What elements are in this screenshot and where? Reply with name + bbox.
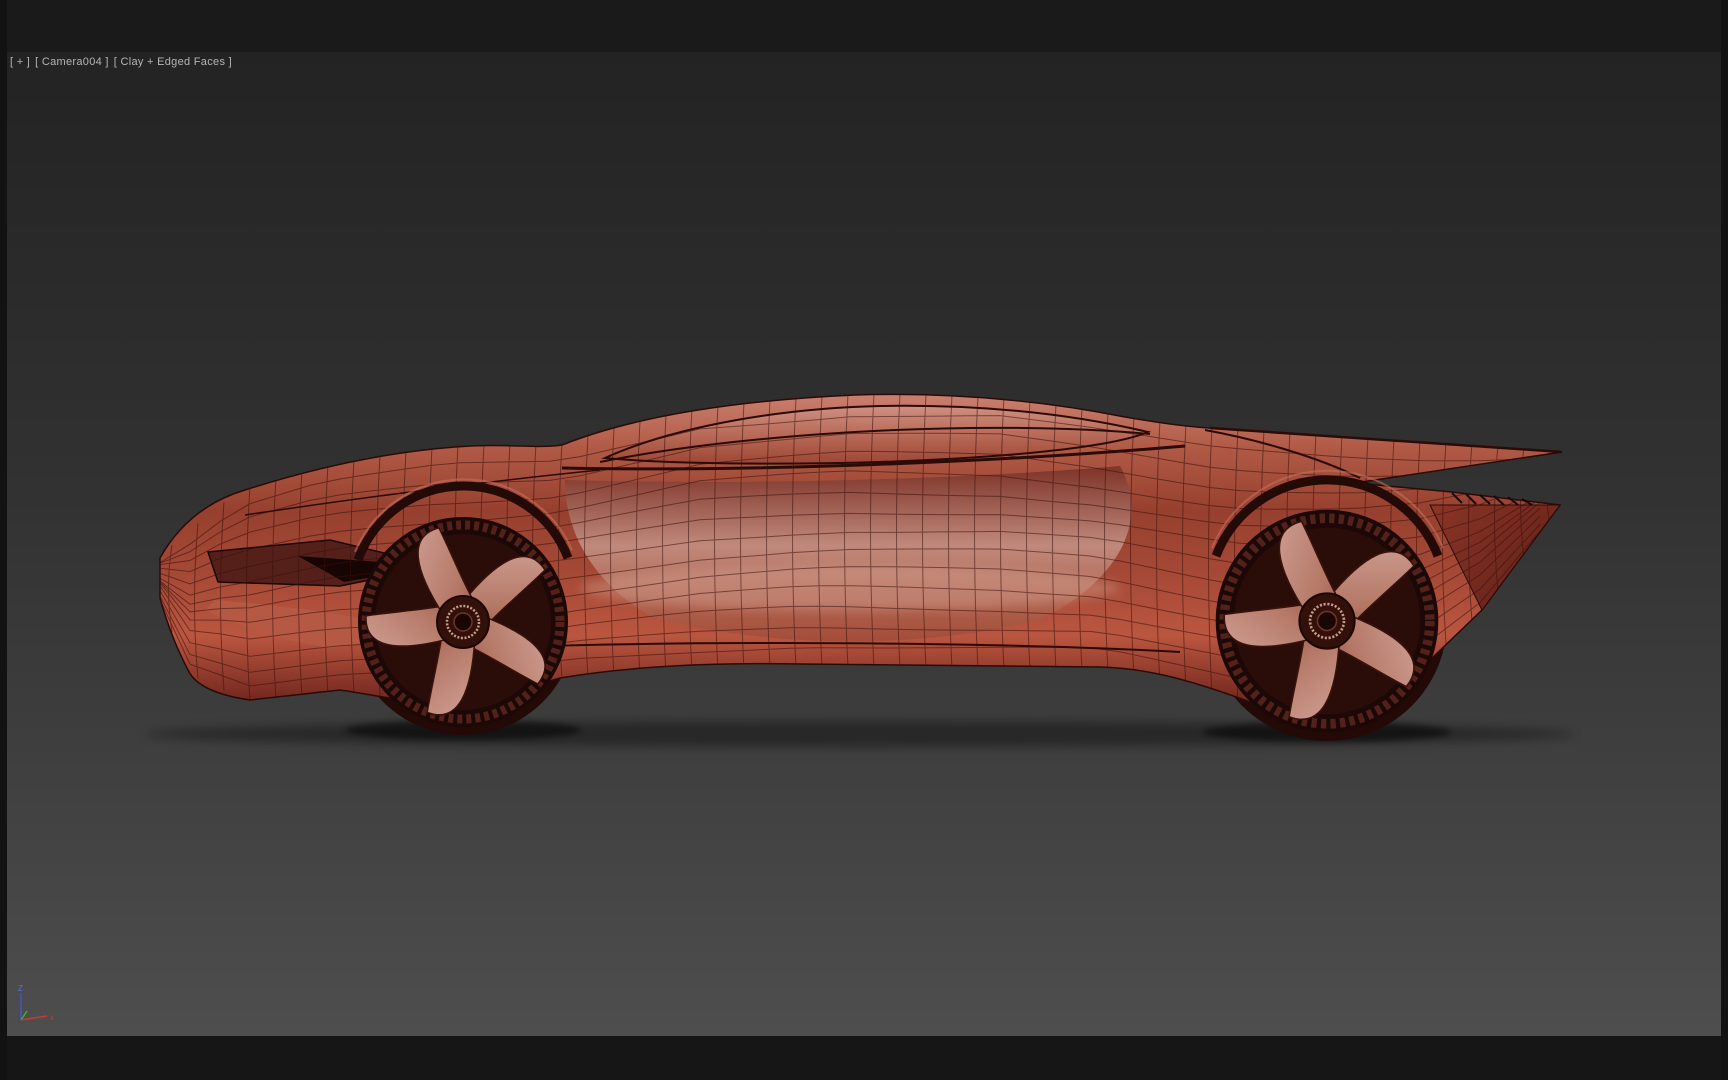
axis-z-label: Z (18, 984, 23, 993)
viewport-menu-camera[interactable]: [ Camera004 ] (35, 56, 109, 68)
world-axis-gizmo: Z x (18, 984, 54, 1022)
axis-x-line (20, 1015, 48, 1021)
viewport-menu-maximize[interactable]: [ + ] (10, 56, 30, 68)
left-chrome-edge (0, 0, 7, 1080)
viewport-label: [ + ] [ Camera004 ] [ Clay + Edged Faces… (10, 56, 232, 68)
top-chrome-bar (0, 0, 1728, 52)
axis-x-label: x (50, 1013, 54, 1022)
3d-viewport[interactable] (7, 52, 1721, 1036)
application-window: [ + ] [ Camera004 ] [ Clay + Edged Faces… (0, 0, 1728, 1080)
bottom-chrome-bar (0, 1036, 1728, 1080)
right-chrome-edge (1721, 0, 1728, 1080)
viewport-menu-shading[interactable]: [ Clay + Edged Faces ] (114, 56, 232, 68)
